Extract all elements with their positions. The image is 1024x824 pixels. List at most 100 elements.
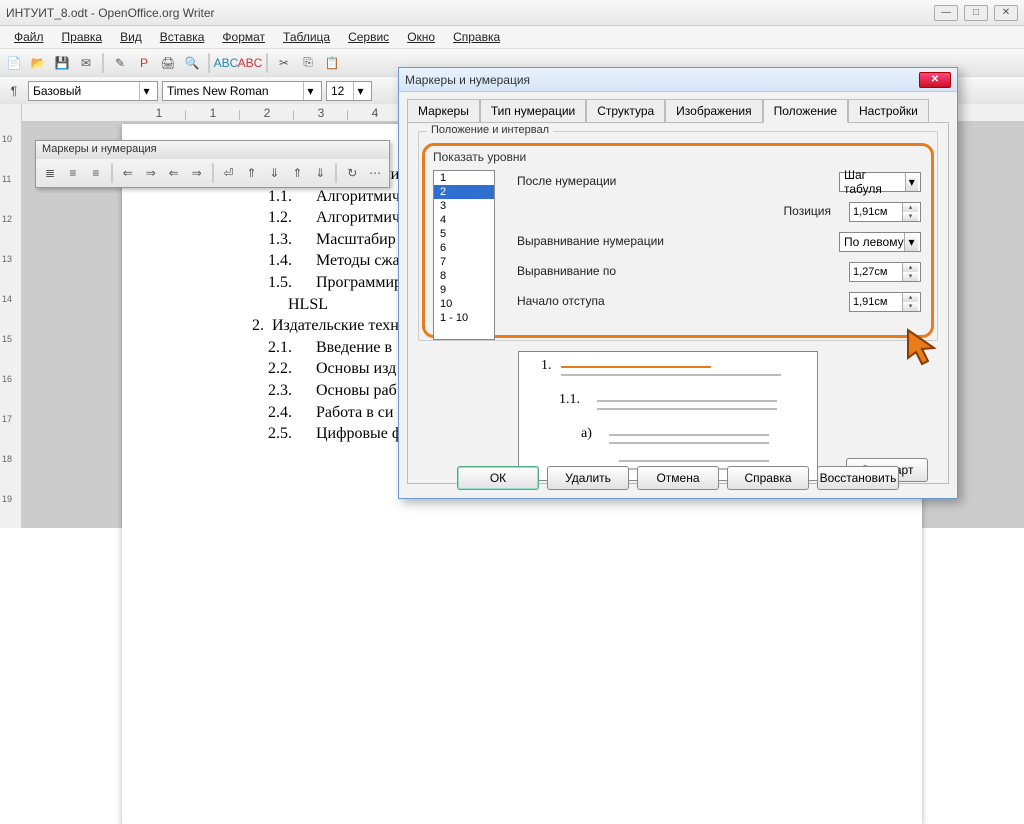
move-down-icon[interactable]: ⇓: [264, 163, 284, 183]
copy-icon[interactable]: ⎘: [298, 53, 318, 73]
ruler-num: 4: [348, 106, 402, 120]
tab-pane: Положение и интервал Показать уровни 1 2…: [407, 122, 949, 484]
tab-settings[interactable]: Настройки: [848, 99, 929, 123]
preview-icon[interactable]: 🔍: [182, 53, 202, 73]
menu-help[interactable]: Справка: [445, 28, 508, 46]
edit-mode-icon[interactable]: ✎: [110, 53, 130, 73]
save-icon[interactable]: 💾: [52, 53, 72, 73]
level-item[interactable]: 5: [434, 227, 494, 241]
menu-tools[interactable]: Сервис: [340, 28, 397, 46]
tab-images[interactable]: Изображения: [665, 99, 762, 123]
align-num-select[interactable]: По левому ▾: [839, 232, 921, 252]
style-value: Базовый: [33, 84, 81, 98]
ok-button[interactable]: ОК: [457, 466, 539, 490]
tab-numtype[interactable]: Тип нумерации: [480, 99, 586, 123]
pdf-icon[interactable]: P: [134, 53, 154, 73]
mail-icon[interactable]: ✉: [76, 53, 96, 73]
menu-insert[interactable]: Вставка: [152, 28, 213, 46]
cancel-button[interactable]: Отмена: [637, 466, 719, 490]
restore-button[interactable]: Восстановить: [817, 466, 899, 490]
level-item[interactable]: 1: [434, 171, 494, 185]
menu-table[interactable]: Таблица: [275, 28, 338, 46]
autospell-icon[interactable]: ABC: [240, 53, 260, 73]
numbering-toolbar[interactable]: Маркеры и нумерация ≣ ≡ ≡ ⇐ ⇒ ⇐ ⇒ ⏎ ⇑ ⇓ …: [35, 140, 390, 188]
menu-view[interactable]: Вид: [112, 28, 150, 46]
maximize-button[interactable]: □: [964, 5, 988, 21]
after-numbering-select[interactable]: Шаг табуля ▾: [839, 172, 921, 192]
ruler-tick: 14: [2, 294, 12, 304]
spin-up-icon[interactable]: ▴: [903, 293, 918, 302]
dialog-close-button[interactable]: ✕: [919, 72, 951, 88]
menu-file[interactable]: Файл: [6, 28, 52, 46]
level-item[interactable]: 3: [434, 199, 494, 213]
list-number-icon[interactable]: ≡: [63, 163, 83, 183]
demote-sub-icon[interactable]: ⇒: [187, 163, 207, 183]
demote-icon[interactable]: ⇒: [141, 163, 161, 183]
move-down-sub-icon[interactable]: ⇓: [310, 163, 330, 183]
level-item[interactable]: 9: [434, 283, 494, 297]
minimize-button[interactable]: —: [934, 5, 958, 21]
close-button[interactable]: ✕: [994, 5, 1018, 21]
menu-window[interactable]: Окно: [399, 28, 443, 46]
dropdown-icon: ▾: [905, 173, 918, 191]
menubar: Файл Правка Вид Вставка Формат Таблица С…: [0, 26, 1024, 48]
menu-edit[interactable]: Правка: [54, 28, 111, 46]
indent-at-spinner[interactable]: ▴▾: [849, 292, 921, 312]
size-select[interactable]: 12 ▾: [326, 81, 372, 101]
ruler-tick: 13: [2, 254, 12, 264]
spin-up-icon[interactable]: ▴: [903, 203, 918, 212]
preview-line: [609, 442, 769, 444]
new-icon[interactable]: 📄: [4, 53, 24, 73]
spin-down-icon[interactable]: ▾: [903, 302, 918, 311]
dialog-titlebar: Маркеры и нумерация ✕: [399, 68, 957, 92]
print-icon[interactable]: 🖨: [158, 53, 178, 73]
level-item[interactable]: 6: [434, 241, 494, 255]
help-label: Справка: [744, 471, 791, 485]
align-at-value[interactable]: [850, 266, 902, 278]
ok-label: ОК: [490, 471, 506, 485]
styles-icon[interactable]: ¶: [4, 81, 24, 101]
separator: [335, 163, 337, 183]
help-button[interactable]: Справка: [727, 466, 809, 490]
ruler-tick: 15: [2, 334, 12, 344]
delete-button[interactable]: Удалить: [547, 466, 629, 490]
paste-icon[interactable]: 📋: [322, 53, 342, 73]
promote-icon[interactable]: ⇐: [118, 163, 138, 183]
spin-down-icon[interactable]: ▾: [903, 272, 918, 281]
position-value[interactable]: [850, 206, 902, 218]
level-item-selected[interactable]: 2: [434, 185, 494, 199]
restart-num-icon[interactable]: ↻: [342, 163, 362, 183]
spin-down-icon[interactable]: ▾: [903, 212, 918, 221]
indent-at-value[interactable]: [850, 296, 902, 308]
bullets-dialog-icon[interactable]: ⋯: [365, 163, 385, 183]
dialog-button-row: ОК Удалить Отмена Справка Восстановить: [399, 466, 957, 490]
menu-format[interactable]: Формат: [214, 28, 273, 46]
levels-listbox[interactable]: 1 2 3 4 5 6 7 8 9 10 1 - 10: [433, 170, 495, 340]
level-item[interactable]: 4: [434, 213, 494, 227]
after-numbering-value: Шаг табуля: [844, 168, 905, 196]
level-item[interactable]: 7: [434, 255, 494, 269]
font-value: Times New Roman: [167, 84, 269, 98]
spin-up-icon[interactable]: ▴: [903, 263, 918, 272]
move-up-sub-icon[interactable]: ⇑: [287, 163, 307, 183]
promote-sub-icon[interactable]: ⇐: [164, 163, 184, 183]
cut-icon[interactable]: ✂: [274, 53, 294, 73]
open-icon[interactable]: 📂: [28, 53, 48, 73]
spellcheck-icon[interactable]: ABC: [216, 53, 236, 73]
position-spinner[interactable]: ▴▾: [849, 202, 921, 222]
level-item[interactable]: 1 - 10: [434, 311, 494, 325]
style-select[interactable]: Базовый ▾: [28, 81, 158, 101]
list-off-icon[interactable]: ≡: [86, 163, 106, 183]
position-label: Позиция: [784, 204, 831, 218]
tab-position[interactable]: Положение: [763, 99, 848, 123]
move-up-icon[interactable]: ⇑: [242, 163, 262, 183]
list-bullet-icon[interactable]: ≣: [40, 163, 60, 183]
preview-line: [561, 366, 711, 368]
level-item[interactable]: 10: [434, 297, 494, 311]
tab-markers[interactable]: Маркеры: [407, 99, 480, 123]
level-item[interactable]: 8: [434, 269, 494, 283]
insert-unnum-icon[interactable]: ⏎: [219, 163, 239, 183]
align-at-spinner[interactable]: ▴▾: [849, 262, 921, 282]
font-select[interactable]: Times New Roman ▾: [162, 81, 322, 101]
tab-structure[interactable]: Структура: [586, 99, 665, 123]
